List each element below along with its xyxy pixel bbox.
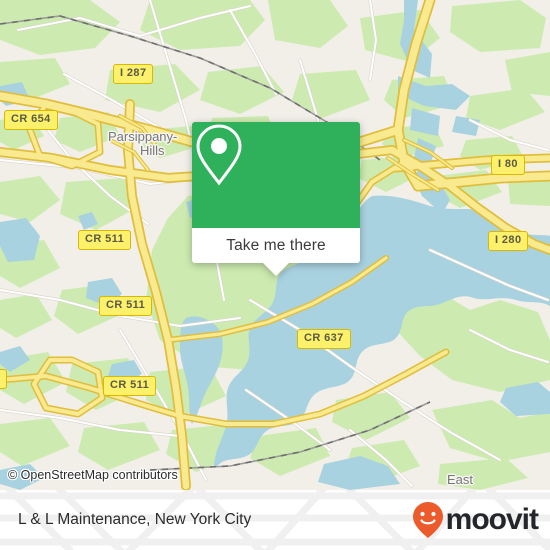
- road-shield-cr637: CR 637: [297, 329, 351, 349]
- map-screenshot: Parsippany- Hills East I 287 CR 654 I 80…: [0, 0, 550, 550]
- take-me-there-label: Take me there: [226, 236, 326, 254]
- road-shield-i280: I 280: [488, 231, 529, 251]
- road-shield-cr511-south: CR 511: [103, 376, 157, 396]
- road-shield-i287: I 287: [113, 64, 154, 84]
- moovit-wordmark: moovit: [445, 503, 539, 536]
- map-attribution[interactable]: © OpenStreetMap contributors: [8, 468, 178, 482]
- take-me-there-button[interactable]: Take me there: [192, 228, 360, 263]
- map-canvas[interactable]: Parsippany- Hills East I 287 CR 654 I 80…: [0, 0, 550, 490]
- popup-tail: [263, 263, 289, 276]
- moovit-pin-smiley-icon: [412, 502, 443, 538]
- map-pin-icon: [196, 124, 242, 186]
- page-title: L & L Maintenance, New York City: [18, 511, 252, 528]
- road-shield-cr511-mid: CR 511: [99, 296, 153, 316]
- place-label-hills: Hills: [140, 143, 165, 158]
- location-popup-card[interactable]: Take me there: [192, 122, 360, 276]
- moovit-logo[interactable]: moovit: [412, 501, 539, 539]
- popup-icon-area: [192, 122, 360, 228]
- road-shield-cr511-north: CR 511: [78, 230, 132, 250]
- road-shield-i80: I 80: [491, 155, 525, 175]
- place-label-parsippany: Parsippany-: [108, 129, 178, 144]
- footer-bar: L & L Maintenance, New York City moovit: [0, 490, 550, 550]
- road-shield-edge-clipped: 0: [0, 369, 7, 389]
- place-label-east: East: [447, 472, 474, 487]
- road-shield-cr654: CR 654: [4, 110, 58, 130]
